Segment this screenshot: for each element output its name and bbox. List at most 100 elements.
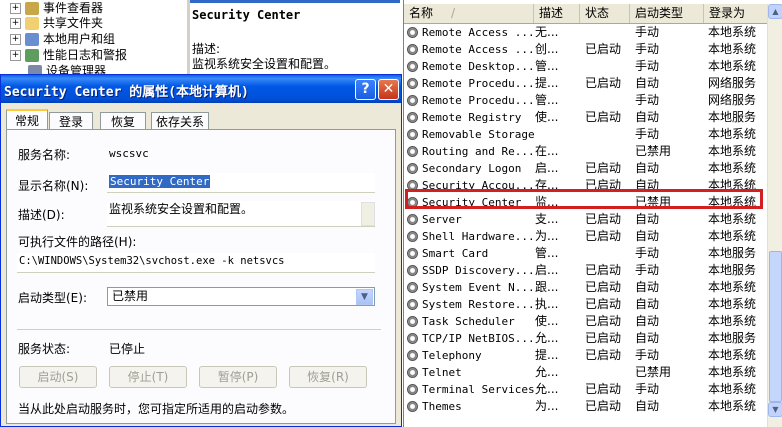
- cell-logon: 本地系统: [708, 399, 757, 413]
- startup-type-select[interactable]: 已禁用 ▼: [107, 287, 375, 306]
- service-gear-icon: [407, 401, 418, 412]
- cell-status: 已启动: [585, 280, 622, 294]
- tree-item-shared-folders[interactable]: + 共享文件夹: [10, 15, 103, 31]
- service-gear-icon: [407, 61, 418, 72]
- tree-item-event-viewer[interactable]: + 事件查看器: [10, 0, 103, 16]
- cell-startup: 手动: [635, 263, 660, 277]
- column-header-startup-type[interactable]: 启动类型: [630, 4, 704, 23]
- scroll-up-icon[interactable]: ▲: [768, 4, 782, 19]
- pause-button[interactable]: 暂停(P): [199, 366, 277, 388]
- sort-indicator-icon: /: [451, 6, 456, 20]
- column-header-description[interactable]: 描述: [534, 4, 580, 23]
- cell-name: Telnet: [422, 366, 462, 379]
- cell-status: 已启动: [585, 110, 622, 124]
- cell-name: Remote Procedu...: [422, 77, 534, 90]
- expand-icon[interactable]: +: [10, 50, 21, 61]
- table-row[interactable]: Routing and Re... 在... 已禁用 本地系统: [404, 143, 768, 160]
- table-row[interactable]: TCP/IP NetBIOS... 允... 已启动 自动 本地服务: [404, 330, 768, 347]
- table-row[interactable]: Server 支... 已启动 自动 本地系统: [404, 211, 768, 228]
- cell-status: 已启动: [585, 297, 622, 311]
- cell-logon: 本地系统: [708, 127, 757, 141]
- cell-startup: 自动: [635, 212, 660, 226]
- service-name-value: wscsvc: [109, 147, 149, 160]
- table-row[interactable]: SSDP Discovery... 启... 已启动 手动 本地服务: [404, 262, 768, 279]
- table-row[interactable]: Remote Registry 使... 已启动 自动 本地服务: [404, 109, 768, 126]
- service-gear-icon: [407, 282, 418, 293]
- cell-desc: 管...: [535, 59, 559, 73]
- service-gear-icon: [407, 231, 418, 242]
- cell-logon: 本地系统: [708, 382, 757, 396]
- service-name-label: 服务名称:: [18, 148, 71, 162]
- exe-path-label: 可执行文件的路径(H):: [18, 235, 137, 249]
- cell-startup: 已禁用: [635, 144, 672, 158]
- dialog-title: Security Center 的属性(本地计算机): [4, 85, 249, 100]
- cell-startup: 自动: [635, 314, 660, 328]
- table-row[interactable]: Telephony 提... 已启动 手动 本地系统: [404, 347, 768, 364]
- tree-item-local-users[interactable]: + 本地用户和组: [10, 31, 115, 47]
- tab-dependencies[interactable]: 依存关系: [151, 112, 209, 130]
- cell-logon: 本地服务: [708, 246, 757, 260]
- tab-logon[interactable]: 登录: [49, 112, 93, 130]
- table-row[interactable]: Terminal Services 允... 已启动 手动 本地系统: [404, 381, 768, 398]
- cell-startup: 自动: [635, 280, 660, 294]
- dialog-titlebar[interactable]: Security Center 的属性(本地计算机) ? ✕: [1, 75, 401, 103]
- cell-name: TCP/IP NetBIOS...: [422, 332, 534, 345]
- cell-desc: 允...: [535, 365, 559, 379]
- cell-name: Remote Access ...: [422, 43, 534, 56]
- table-row[interactable]: Secondary Logon 启... 已启动 自动 本地系统: [404, 160, 768, 177]
- description-field-label: 描述(D):: [18, 208, 65, 222]
- close-button[interactable]: ✕: [378, 79, 399, 100]
- table-row[interactable]: Remote Desktop... 管... 手动 本地系统: [404, 58, 768, 75]
- start-button[interactable]: 启动(S): [19, 366, 97, 388]
- cell-desc: 启...: [535, 263, 559, 277]
- table-row[interactable]: Remote Procedu... 管... 手动 网络服务: [404, 92, 768, 109]
- service-gear-icon: [407, 27, 418, 38]
- cell-desc: 允...: [535, 382, 559, 396]
- table-row[interactable]: Themes 为... 已启动 自动 本地系统: [404, 398, 768, 415]
- cell-desc: 为...: [535, 399, 559, 413]
- cell-logon: 本地系统: [708, 365, 757, 379]
- display-name-field[interactable]: Security Center: [107, 173, 375, 193]
- description-scrollbar[interactable]: [361, 202, 375, 226]
- table-row[interactable]: Remote Access ... 无... 手动 本地系统: [404, 24, 768, 41]
- list-header: 名称 / 描述 状态 启动类型 登录为: [404, 4, 768, 24]
- table-row[interactable]: Remote Access ... 创... 已启动 手动 本地系统: [404, 41, 768, 58]
- stop-button[interactable]: 停止(T): [109, 366, 187, 388]
- table-row[interactable]: Remote Procedu... 提... 已启动 自动 网络服务: [404, 75, 768, 92]
- column-header-logon-as[interactable]: 登录为: [704, 4, 768, 23]
- display-name-label: 显示名称(N):: [18, 179, 89, 193]
- cell-status: 已启动: [585, 314, 622, 328]
- tree-item-perf-logs[interactable]: + 性能日志和警报: [10, 47, 127, 63]
- table-row[interactable]: System Event N... 跟... 已启动 自动 本地系统: [404, 279, 768, 296]
- table-row[interactable]: System Restore... 执... 已启动 自动 本地系统: [404, 296, 768, 313]
- table-row[interactable]: Telnet 允... 已禁用 本地系统: [404, 364, 768, 381]
- tab-recovery[interactable]: 恢复: [100, 112, 146, 130]
- cell-status: 已启动: [585, 161, 622, 175]
- table-row[interactable]: Removable Storage 手动 本地系统: [404, 126, 768, 143]
- vertical-scrollbar[interactable]: ▲ ▼: [767, 4, 782, 427]
- resume-button[interactable]: 恢复(R): [289, 366, 367, 388]
- cell-logon: 本地系统: [708, 25, 757, 39]
- cell-status: 已启动: [585, 263, 622, 277]
- cell-logon: 网络服务: [708, 76, 757, 90]
- exe-path-field[interactable]: C:\WINDOWS\System32\svchost.exe -k netsv…: [17, 253, 375, 273]
- expand-icon[interactable]: +: [10, 18, 21, 29]
- description-field[interactable]: 监视系统安全设置和配置。: [107, 201, 375, 227]
- scroll-down-icon[interactable]: ▼: [768, 402, 782, 417]
- tab-general[interactable]: 常规: [6, 109, 48, 130]
- table-row[interactable]: Shell Hardware... 为... 已启动 自动 本地系统: [404, 228, 768, 245]
- table-row[interactable]: Smart Card 管... 手动 本地服务: [404, 245, 768, 262]
- help-button[interactable]: ?: [355, 79, 376, 100]
- scroll-thumb[interactable]: [769, 251, 782, 402]
- separator: [17, 329, 381, 330]
- service-gear-icon: [407, 78, 418, 89]
- table-row[interactable]: Task Scheduler 使... 已启动 自动 本地系统: [404, 313, 768, 330]
- column-header-name[interactable]: 名称 /: [404, 4, 534, 23]
- cell-logon: 本地系统: [708, 212, 757, 226]
- cell-status: 已启动: [585, 229, 622, 243]
- dropdown-arrow-icon[interactable]: ▼: [356, 289, 373, 305]
- column-header-status[interactable]: 状态: [580, 4, 630, 23]
- expand-icon[interactable]: +: [10, 3, 21, 14]
- cell-logon: 本地服务: [708, 331, 757, 345]
- expand-icon[interactable]: +: [10, 34, 21, 45]
